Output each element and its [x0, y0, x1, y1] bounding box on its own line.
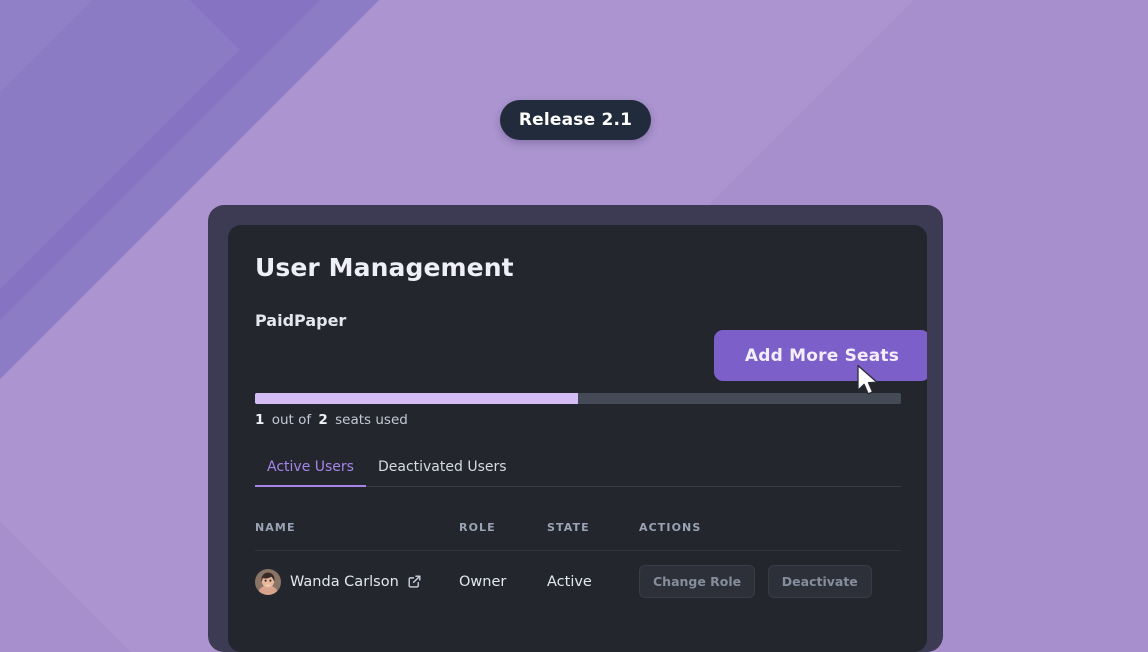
column-header-actions: ACTIONS [639, 521, 702, 534]
app-screenshot: Release 2.1 User Management PaidPaper Ad… [0, 0, 1148, 652]
external-link-icon[interactable] [408, 575, 421, 588]
seats-total-count: 2 [318, 412, 328, 428]
user-tabs: Active Users Deactivated Users [255, 459, 901, 487]
column-header-state: STATE [547, 521, 590, 534]
cell-name: Wanda Carlson [255, 551, 459, 613]
user-management-card: User Management PaidPaper Add More Seats… [228, 225, 927, 652]
add-more-seats-button[interactable]: Add More Seats [714, 330, 927, 381]
release-badge: Release 2.1 [500, 100, 651, 140]
table-header-row: NAME ROLE STATE ACTIONS [255, 500, 901, 551]
seats-used-count: 1 [255, 412, 265, 428]
cell-role: Owner [459, 573, 507, 590]
release-badge-label: Release 2.1 [518, 110, 633, 130]
column-header-name: NAME [255, 521, 296, 534]
column-header-role: ROLE [459, 521, 496, 534]
users-table: NAME ROLE STATE ACTIONS Wanda Carlson Ow… [255, 500, 901, 612]
table-row: Wanda Carlson Owner Active Change Role D… [255, 550, 901, 613]
seats-text-after: seats used [335, 412, 408, 428]
cell-actions: Change Role Deactivate [639, 551, 901, 613]
deactivate-button[interactable]: Deactivate [767, 565, 872, 598]
cell-state: Active [547, 573, 592, 590]
tab-active-users[interactable]: Active Users [255, 459, 366, 487]
seats-usage-caption: 1 out of 2 seats used [255, 412, 408, 428]
user-name: Wanda Carlson [290, 573, 399, 590]
seats-progress-fill [255, 393, 578, 404]
change-role-button[interactable]: Change Role [639, 565, 756, 598]
user-photo-avatar [255, 568, 281, 595]
organization-name: PaidPaper [255, 311, 347, 330]
page-title: User Management [255, 253, 514, 282]
seats-text-before: out of [271, 412, 312, 428]
seats-progress-bar [255, 393, 901, 404]
tab-deactivated-users[interactable]: Deactivated Users [366, 459, 519, 486]
